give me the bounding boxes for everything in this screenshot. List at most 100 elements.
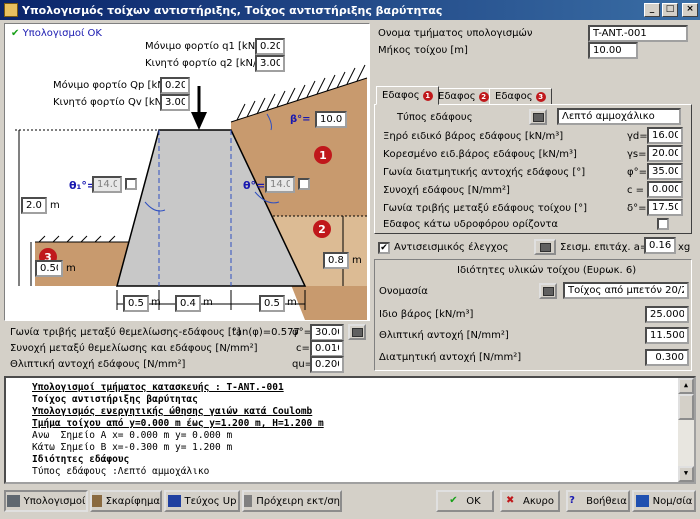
help-icon: ? bbox=[569, 495, 575, 506]
sketch-button[interactable]: Σκαρίφημα bbox=[90, 490, 162, 512]
results-text-area[interactable]: Υπολογισμοί τμήματος κατασκευής : T-ANT.… bbox=[4, 376, 696, 484]
dry-weight-label: Ξηρό ειδικό βάρος εδάφους [kN/m³] bbox=[383, 131, 564, 142]
scroll-up-icon[interactable]: ▲ bbox=[678, 378, 694, 394]
sat-weight-input[interactable] bbox=[647, 145, 683, 162]
soil-phi-label: φ°= bbox=[627, 167, 647, 178]
q1-input[interactable] bbox=[255, 38, 285, 55]
heel-depth-input[interactable] bbox=[323, 252, 349, 269]
soil-cohesion-label: Συνοχή εδάφους [N/mm²] bbox=[383, 185, 510, 196]
water-checkbox[interactable] bbox=[657, 218, 669, 230]
theta-checkbox[interactable] bbox=[298, 178, 310, 190]
maximize-button[interactable]: □ bbox=[662, 3, 678, 17]
printer-icon bbox=[244, 495, 253, 507]
base-right-input[interactable] bbox=[259, 295, 285, 312]
tab-soil-1[interactable]: Εδαφος 1 bbox=[376, 86, 439, 105]
foundation-table-button[interactable] bbox=[348, 324, 366, 340]
base-left-unit: m bbox=[151, 297, 161, 308]
scroll-down-icon[interactable]: ▼ bbox=[678, 466, 694, 482]
shear-input[interactable] bbox=[645, 349, 689, 366]
unit-weight-input[interactable] bbox=[645, 306, 689, 323]
material-group: Ιδιότητες υλικών τοίχου (Ευρωκ. 6) Ονομα… bbox=[374, 259, 692, 371]
compressive-input[interactable] bbox=[645, 327, 689, 344]
output-line: Τύπος εδάφους :Λεπτό αμμοχάλικο bbox=[32, 466, 210, 477]
tab-soil-2[interactable]: Εδαφος 2 bbox=[432, 88, 495, 105]
output-line: Κάτω Σημείο B x=-0.300 m y= 1.200 m bbox=[32, 442, 233, 453]
soil-type-input[interactable] bbox=[557, 108, 681, 125]
base-left-input[interactable] bbox=[123, 295, 149, 312]
output-line: Υπολογισμός ενεργητικής ώθησης γαιών κατ… bbox=[32, 406, 313, 417]
beta-label: β°= bbox=[290, 114, 311, 125]
soil-friction-label: Γωνία διατμητικής αντοχής εδάφους [°] bbox=[383, 167, 586, 178]
base-mid-input[interactable] bbox=[175, 295, 201, 312]
wall-up-button[interactable]: Τεύχος Up bbox=[164, 490, 240, 512]
document-icon bbox=[167, 495, 181, 507]
wall-friction-input[interactable] bbox=[647, 199, 683, 216]
dry-weight-input[interactable] bbox=[647, 127, 683, 144]
q2-input[interactable] bbox=[255, 55, 285, 72]
minimize-button[interactable]: _ bbox=[644, 3, 660, 17]
properties-panel: Ονομα τμήματος υπολογισμών Μήκος τοίχου … bbox=[372, 23, 696, 373]
check-icon: ✔ bbox=[449, 495, 458, 506]
base-mid-unit: m bbox=[203, 297, 213, 308]
qv-input[interactable] bbox=[160, 94, 190, 111]
beta-input[interactable] bbox=[315, 111, 347, 128]
table-icon bbox=[542, 286, 554, 296]
cancel-button[interactable]: ✖ Ακυρο bbox=[500, 490, 560, 512]
app-icon bbox=[4, 3, 18, 17]
section-name-label: Ονομα τμήματος υπολογισμών bbox=[378, 28, 533, 39]
calculations-button[interactable]: Υπολογισμοί bbox=[4, 490, 88, 512]
output-line: Ανω Σημείο A x= 0.000 m y= 0.000 m bbox=[32, 430, 233, 441]
theta-label: θ°= bbox=[243, 179, 266, 192]
material-title: Ιδιότητες υλικών τοίχου (Ευρωκ. 6) bbox=[457, 265, 637, 276]
ok-button[interactable]: ✔ OK bbox=[436, 490, 494, 512]
tab-soil-3[interactable]: Εδαφος 3 bbox=[489, 88, 552, 105]
scroll-thumb[interactable] bbox=[678, 394, 694, 420]
material-button[interactable] bbox=[539, 283, 557, 299]
height-unit: m bbox=[50, 200, 60, 211]
close-button[interactable]: × bbox=[682, 3, 698, 17]
theta1-input[interactable] bbox=[92, 176, 122, 193]
output-line: Τοίχος αντιστήριξης βαρύτητας bbox=[32, 394, 198, 405]
foundation-phi-label: φ°= bbox=[292, 327, 312, 338]
foundation-cohesion-input[interactable] bbox=[310, 340, 344, 357]
wall-length-input[interactable] bbox=[588, 42, 638, 59]
sketch-icon bbox=[92, 495, 102, 507]
calculator-icon bbox=[6, 495, 20, 507]
unit-weight-label: Ιδιο βάρος [kN/m³] bbox=[379, 309, 474, 320]
output-scrollbar[interactable]: ▲ ▼ bbox=[678, 378, 694, 482]
wall-friction-label: Γωνία τριβής μεταξύ εδάφους τοίχου [°] bbox=[383, 203, 587, 214]
status-ok: ✔ Υπολογισμοί ΟΚ bbox=[11, 28, 102, 39]
foundation-panel: Γωνία τριβής μεταξύ θεμελίωσης-εδάφους [… bbox=[4, 321, 370, 373]
shear-label: Διατμητική αντοχή [N/mm²] bbox=[379, 352, 522, 363]
wall-drawing-panel: 1 2 3 ✔ Υπολογισμοί ΟΚ Μόνιμο φορτίο q1 … bbox=[4, 23, 370, 321]
seismic-checkbox[interactable]: ✔ bbox=[378, 242, 390, 254]
height-input[interactable] bbox=[21, 197, 47, 214]
bearing-label: Θλιπτική αντοχή εδάφους [N/mm²] bbox=[10, 359, 186, 370]
toe-height-input[interactable] bbox=[35, 260, 63, 277]
soil-type-label: Τύπος εδάφους bbox=[397, 112, 473, 123]
seismic-map-button[interactable] bbox=[534, 239, 556, 255]
output-line: Ιδιότητες εδάφους bbox=[32, 454, 130, 465]
soil-tab-body: Τύπος εδάφους Ξηρό ειδικό βάρος εδάφους … bbox=[374, 104, 692, 234]
material-name-input[interactable] bbox=[563, 282, 689, 299]
draft-print-button[interactable]: Πρόχειρη εκτ/ση bbox=[242, 490, 342, 512]
units-button[interactable]: Νομ/σία bbox=[632, 490, 696, 512]
section-name-input[interactable] bbox=[588, 25, 688, 42]
foundation-cohesion-label: Συνοχή μεταξύ θεμελίωσης και εδάφους [N/… bbox=[10, 343, 258, 354]
bottom-toolbar: Υπολογισμοί Σκαρίφημα Τεύχος Up Πρόχειρη… bbox=[0, 487, 700, 519]
heel-depth-unit: m bbox=[352, 255, 362, 266]
foundation-phi-input[interactable] bbox=[310, 324, 344, 341]
theta-input[interactable] bbox=[265, 176, 295, 193]
output-line: Υπολογισμοί τμήματος κατασκευής : T-ANT.… bbox=[32, 382, 284, 393]
accel-input[interactable] bbox=[644, 237, 676, 254]
sat-weight-label: Κορεσμένο ειδ.βάρος εδάφους [kN/m³] bbox=[383, 149, 577, 160]
bearing-input[interactable] bbox=[310, 356, 344, 373]
gd-label: γd= bbox=[627, 131, 648, 142]
help-button[interactable]: ? Βοήθεια bbox=[566, 490, 630, 512]
theta1-checkbox[interactable] bbox=[125, 178, 137, 190]
soil-cohesion-input[interactable] bbox=[647, 181, 683, 198]
qp-input[interactable] bbox=[160, 77, 190, 94]
soil-type-button[interactable] bbox=[529, 109, 547, 125]
soil-phi-input[interactable] bbox=[647, 163, 683, 180]
accel-label: Σεισμ. επιτάχ. a= bbox=[560, 242, 649, 253]
